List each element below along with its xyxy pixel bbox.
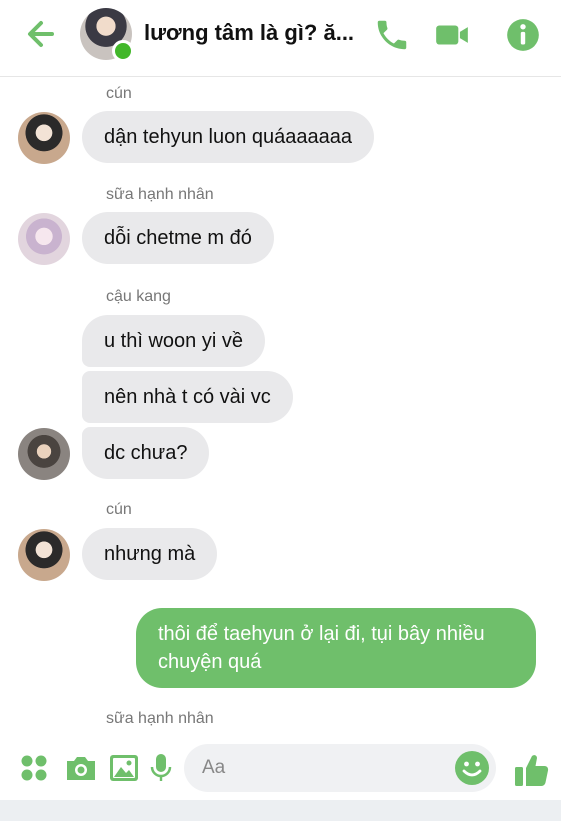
sender-name: sữa hạnh nhân (106, 186, 214, 203)
arrow-left-icon (28, 21, 54, 47)
apps-button[interactable] (18, 752, 50, 784)
message-composer: Aa (0, 738, 561, 800)
outgoing-message-bubble[interactable]: thôi để taehyun ở lại đi, tụi bây nhiều … (136, 608, 536, 688)
video-call-button[interactable] (433, 16, 471, 54)
online-status-dot (112, 40, 134, 62)
message-list[interactable]: cún dận tehyun luon quáaaaaaa sữa hạnh n… (0, 77, 561, 737)
system-bottom-bar (0, 800, 561, 821)
message-bubble[interactable]: dỗi chetme m đó (82, 212, 274, 264)
sender-name: sữa hạnh nhân (106, 710, 214, 727)
apps-grid-icon (21, 755, 47, 781)
camera-button[interactable] (64, 752, 96, 784)
chat-title[interactable]: lương tâm là gì? ă... (144, 20, 368, 46)
microphone-icon (150, 754, 172, 781)
emoji-button[interactable] (454, 750, 490, 786)
camera-icon (67, 757, 95, 780)
emoji-icon (455, 751, 489, 785)
message-bubble[interactable]: u thì woon yi về (82, 315, 265, 367)
like-button[interactable] (512, 750, 552, 790)
info-button[interactable] (504, 16, 542, 54)
gallery-button[interactable] (108, 752, 140, 784)
sender-avatar[interactable] (18, 213, 70, 265)
sender-name: cậu kang (106, 288, 171, 305)
thumbs-up-icon (515, 755, 549, 786)
message-input[interactable]: Aa (184, 744, 496, 792)
sender-avatar[interactable] (18, 428, 70, 480)
call-button[interactable] (373, 16, 411, 54)
message-bubble[interactable]: nên nhà t có vài vc (82, 371, 293, 423)
sender-name: cún (106, 85, 132, 102)
message-input-placeholder: Aa (202, 757, 226, 778)
sender-name: cún (106, 501, 132, 518)
phone-icon (377, 20, 407, 50)
chat-avatar[interactable] (80, 8, 134, 62)
video-camera-icon (436, 25, 468, 45)
voice-button[interactable] (148, 752, 180, 784)
message-bubble[interactable]: dận tehyun luon quáaaaaaa (82, 111, 375, 163)
chat-header: lương tâm là gì? ă... (0, 0, 561, 77)
sender-avatar[interactable] (18, 112, 70, 164)
message-bubble[interactable]: nhưng mà (82, 528, 218, 580)
info-icon (507, 19, 539, 51)
image-icon (110, 755, 138, 781)
back-button[interactable] (22, 14, 62, 54)
sender-avatar[interactable] (18, 529, 70, 581)
message-bubble[interactable]: dc chưa? (82, 427, 210, 479)
